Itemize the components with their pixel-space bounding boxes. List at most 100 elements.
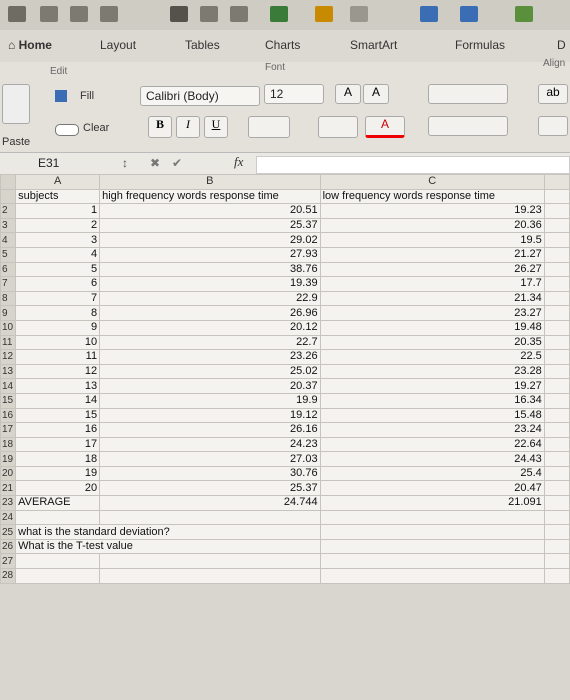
justify-buttons[interactable] — [428, 116, 508, 136]
cell[interactable] — [15, 553, 101, 570]
cell[interactable] — [543, 261, 570, 278]
paste-button[interactable] — [2, 84, 30, 124]
high-frequency-cell[interactable]: 20.12 — [99, 319, 321, 336]
header-high-frequency[interactable]: high frequency words response time — [99, 188, 321, 205]
row-number[interactable]: 24 — [0, 509, 17, 526]
subject-cell[interactable]: 20 — [15, 480, 101, 497]
low-frequency-cell[interactable]: 22.5 — [319, 349, 545, 365]
cell[interactable] — [543, 480, 570, 497]
column-header-a[interactable]: A — [15, 174, 101, 190]
header-low-frequency[interactable]: low frequency words response time — [319, 188, 545, 205]
select-all[interactable] — [0, 174, 17, 190]
cell[interactable] — [543, 568, 570, 584]
high-frequency-cell[interactable]: 19.9 — [99, 392, 321, 409]
cell[interactable] — [543, 305, 570, 321]
cell[interactable] — [319, 509, 545, 526]
row-number[interactable]: 12 — [0, 349, 17, 365]
cell[interactable] — [99, 568, 321, 584]
formula-input[interactable] — [256, 156, 570, 174]
sort-icon[interactable] — [460, 6, 478, 22]
save-icon[interactable] — [70, 6, 88, 22]
low-frequency-cell[interactable]: 21.34 — [319, 290, 545, 307]
high-frequency-cell[interactable]: 23.26 — [99, 349, 321, 365]
high-frequency-cell[interactable]: 20.51 — [99, 203, 321, 219]
high-frequency-cell[interactable]: 25.37 — [99, 480, 321, 497]
high-frequency-cell[interactable]: 25.37 — [99, 217, 321, 234]
subject-cell[interactable]: 15 — [15, 407, 101, 424]
autosum-icon[interactable] — [420, 6, 438, 22]
row-number[interactable]: 14 — [0, 378, 17, 394]
subject-cell[interactable]: 18 — [15, 451, 101, 467]
subject-cell[interactable]: 19 — [15, 465, 101, 482]
row-number[interactable]: 26 — [0, 538, 17, 555]
cell[interactable] — [543, 290, 570, 307]
subject-cell[interactable]: 16 — [15, 422, 101, 438]
cell[interactable] — [543, 276, 570, 292]
row-number[interactable]: 4 — [0, 232, 17, 248]
row-number[interactable]: 9 — [0, 305, 17, 321]
italic-button[interactable]: I — [176, 116, 200, 138]
low-frequency-cell[interactable]: 25.4 — [319, 465, 545, 482]
subject-cell[interactable]: 1 — [15, 203, 101, 219]
high-frequency-cell[interactable]: 24.23 — [99, 436, 321, 453]
high-frequency-cell[interactable]: 22.9 — [99, 290, 321, 307]
cell[interactable] — [543, 232, 570, 248]
subject-cell[interactable]: 4 — [15, 246, 101, 263]
row-number[interactable]: 28 — [0, 568, 17, 584]
tab-tables[interactable]: Tables — [185, 38, 220, 52]
row-number[interactable]: 2 — [0, 203, 17, 219]
row-number[interactable]: 15 — [0, 392, 17, 409]
subject-cell[interactable]: 2 — [15, 217, 101, 234]
fill-label[interactable]: Fill — [80, 90, 94, 102]
high-frequency-cell[interactable]: 20.37 — [99, 378, 321, 394]
font-name-select[interactable]: Calibri (Body) — [140, 86, 260, 106]
low-frequency-cell[interactable]: 15.48 — [319, 407, 545, 424]
cell[interactable] — [543, 349, 570, 365]
average-label[interactable]: AVERAGE — [15, 495, 101, 511]
align-buttons[interactable] — [428, 84, 508, 104]
undo-icon[interactable] — [315, 6, 333, 22]
tab-smartart[interactable]: SmartArt — [350, 38, 397, 52]
font-size-select[interactable]: 12 — [264, 84, 324, 104]
row-number[interactable]: 21 — [0, 480, 17, 497]
cell[interactable] — [543, 363, 570, 380]
row-number[interactable]: 18 — [0, 436, 17, 453]
row-number[interactable] — [0, 188, 17, 205]
cell[interactable] — [543, 334, 570, 351]
row-number[interactable]: 19 — [0, 451, 17, 467]
format-painter-icon[interactable] — [270, 6, 288, 22]
row-number[interactable]: 5 — [0, 246, 17, 263]
copy-icon[interactable] — [200, 6, 218, 22]
high-frequency-cell[interactable]: 25.02 — [99, 363, 321, 380]
subject-cell[interactable]: 5 — [15, 261, 101, 278]
row-number[interactable]: 27 — [0, 553, 17, 570]
row-number[interactable]: 20 — [0, 465, 17, 482]
merge-button[interactable] — [538, 116, 568, 136]
subject-cell[interactable]: 10 — [15, 334, 101, 351]
cell[interactable] — [319, 524, 545, 540]
cell[interactable] — [543, 495, 570, 511]
note-t-test[interactable]: What is the T-test value — [15, 538, 321, 555]
cell[interactable] — [319, 568, 545, 584]
cell[interactable] — [99, 553, 321, 570]
high-frequency-cell[interactable]: 19.39 — [99, 276, 321, 292]
bold-button[interactable]: B — [148, 116, 172, 138]
fx-icon[interactable]: fx — [234, 154, 243, 170]
subject-cell[interactable]: 7 — [15, 290, 101, 307]
cell[interactable] — [543, 378, 570, 394]
high-frequency-cell[interactable]: 38.76 — [99, 261, 321, 278]
row-number[interactable]: 10 — [0, 319, 17, 336]
row-number[interactable]: 23 — [0, 495, 17, 511]
low-frequency-cell[interactable]: 17.7 — [319, 276, 545, 292]
wrap-text-button[interactable]: ab — [538, 84, 568, 104]
low-frequency-cell[interactable]: 21.27 — [319, 246, 545, 263]
low-frequency-cell[interactable]: 23.27 — [319, 305, 545, 321]
grow-font-button[interactable]: A — [335, 84, 361, 104]
cell[interactable] — [319, 538, 545, 555]
fill-down-icon[interactable] — [55, 90, 67, 102]
subject-cell[interactable]: 14 — [15, 392, 101, 409]
low-frequency-cell[interactable]: 19.5 — [319, 232, 545, 248]
cell[interactable] — [319, 553, 545, 570]
cancel-icon[interactable]: ✖ — [150, 156, 160, 170]
cell[interactable] — [15, 509, 101, 526]
